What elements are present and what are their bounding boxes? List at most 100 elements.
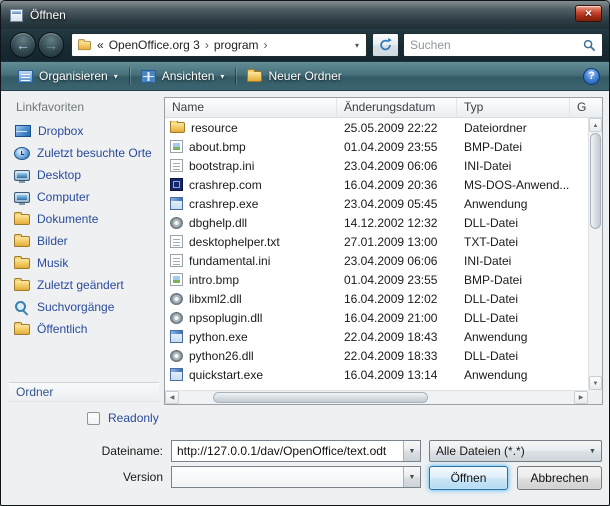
version-combo[interactable]: ▼ bbox=[171, 466, 421, 488]
sidebar-item-label: Desktop bbox=[37, 168, 81, 182]
table-row[interactable]: python26.dll22.04.2009 18:33DLL-Datei bbox=[165, 346, 588, 365]
vertical-scrollbar[interactable]: ▲ ▼ bbox=[588, 118, 602, 390]
file-type: Dateiordner bbox=[457, 121, 570, 135]
file-name-cell: python.exe bbox=[165, 330, 337, 344]
table-row[interactable]: resource25.05.2009 22:22Dateiordner bbox=[165, 118, 588, 137]
forward-icon: → bbox=[44, 37, 58, 53]
file-name-cell: dbghelp.dll bbox=[165, 216, 337, 230]
filetype-combo[interactable]: Alle Dateien (*.*) ▼ bbox=[429, 440, 602, 462]
column-header-type[interactable]: Typ bbox=[457, 98, 570, 117]
file-name: crashrep.exe bbox=[189, 197, 258, 211]
table-row[interactable]: about.bmp01.04.2009 23:55BMP-Datei bbox=[165, 137, 588, 156]
breadcrumb-item[interactable]: OpenOffice.org 3 bbox=[109, 38, 200, 52]
sidebar-item-music[interactable]: Musik bbox=[11, 252, 161, 274]
table-row[interactable]: libxml2.dll16.04.2009 12:02DLL-Datei bbox=[165, 289, 588, 308]
table-row[interactable]: quickstart.exe16.04.2009 13:14Anwendung bbox=[165, 365, 588, 384]
views-label: Ansichten bbox=[162, 69, 215, 83]
titlebar[interactable]: Öffnen × bbox=[1, 1, 609, 29]
close-button[interactable]: × bbox=[575, 5, 602, 22]
column-header-date[interactable]: Änderungsdatum bbox=[337, 98, 457, 117]
app-file-icon bbox=[170, 197, 183, 210]
chevron-right-icon[interactable]: › bbox=[264, 38, 268, 52]
public-icon bbox=[14, 324, 30, 335]
table-row[interactable]: fundamental.ini23.04.2009 06:06INI-Datei bbox=[165, 251, 588, 270]
chevron-right-icon[interactable]: › bbox=[205, 38, 209, 52]
new-folder-button[interactable]: Neuer Ordner bbox=[239, 64, 349, 88]
breadcrumb[interactable]: « OpenOffice.org 3 › program › ▾ bbox=[71, 33, 367, 57]
help-button[interactable]: ? bbox=[583, 68, 600, 85]
views-button[interactable]: Ansichten ▾ bbox=[133, 64, 233, 88]
horizontal-scroll-thumb[interactable] bbox=[213, 392, 428, 403]
sidebar-item-label: Zuletzt besuchte Orte bbox=[37, 146, 152, 160]
version-dropdown-icon[interactable]: ▼ bbox=[403, 467, 420, 487]
cancel-button[interactable]: Abbrechen bbox=[517, 466, 602, 490]
sidebar-item-recent-places[interactable]: Zuletzt besuchte Orte bbox=[11, 142, 161, 164]
readonly-checkbox[interactable] bbox=[87, 412, 100, 425]
ini-file-icon bbox=[170, 159, 183, 172]
file-name-cell: bootstrap.ini bbox=[165, 159, 337, 173]
readonly-option[interactable]: Readonly bbox=[87, 411, 159, 425]
sidebar-item-documents[interactable]: Dokumente bbox=[11, 208, 161, 230]
table-row[interactable]: intro.bmp01.04.2009 23:55BMP-Datei bbox=[165, 270, 588, 289]
documents-icon bbox=[14, 214, 30, 225]
sidebar-item-label: Musik bbox=[37, 256, 68, 270]
column-header-name[interactable]: Name bbox=[165, 98, 337, 117]
sidebar-item-desktop[interactable]: Desktop bbox=[11, 164, 161, 186]
file-name: crashrep.com bbox=[189, 178, 262, 192]
views-icon bbox=[141, 70, 156, 83]
table-row[interactable]: crashrep.exe 23.04.2009 05:45Anwendung bbox=[165, 194, 588, 213]
file-date: 22.04.2009 18:43 bbox=[337, 330, 457, 344]
filetype-dropdown-icon[interactable]: ▼ bbox=[584, 441, 601, 461]
filename-combo[interactable]: ▼ bbox=[171, 440, 421, 462]
filename-label: Dateiname: bbox=[17, 444, 163, 458]
open-button[interactable]: Öffnen bbox=[429, 466, 508, 490]
breadcrumb-overflow[interactable]: « bbox=[97, 38, 104, 52]
table-row[interactable]: dbghelp.dll14.12.2002 12:32DLL-Datei bbox=[165, 213, 588, 232]
sidebar-item-pictures[interactable]: Bilder bbox=[11, 230, 161, 252]
file-name: python.exe bbox=[189, 330, 248, 344]
sidebar-item-public[interactable]: Öffentlich bbox=[11, 318, 161, 340]
table-row[interactable]: npsoplugin.dll16.04.2009 21:00DLL-Datei bbox=[165, 308, 588, 327]
scroll-right-icon[interactable]: ▶ bbox=[574, 391, 588, 404]
sidebar-item-recently-changed[interactable]: Zuletzt geändert bbox=[11, 274, 161, 296]
file-name: libxml2.dll bbox=[189, 292, 242, 306]
table-row[interactable]: crashrep.com16.04.2009 20:36MS-DOS-Anwen… bbox=[165, 175, 588, 194]
back-button[interactable]: ← bbox=[10, 32, 36, 58]
column-header-size[interactable]: G bbox=[570, 98, 602, 117]
file-name: fundamental.ini bbox=[189, 254, 270, 268]
filetype-value: Alle Dateien (*.*) bbox=[430, 444, 584, 458]
sidebar-item-computer[interactable]: Computer bbox=[11, 186, 161, 208]
horizontal-scrollbar[interactable]: ◀ ▶ bbox=[165, 390, 588, 404]
app-file-icon bbox=[170, 368, 183, 381]
organize-button[interactable]: Organisieren ▾ bbox=[10, 64, 126, 88]
table-row[interactable]: desktophelper.txt27.01.2009 13:00TXT-Dat… bbox=[165, 232, 588, 251]
sidebar-item-searches[interactable]: Suchvorgänge bbox=[11, 296, 161, 318]
sidebar-item-label: Öffentlich bbox=[37, 322, 87, 336]
computer-icon bbox=[14, 192, 30, 203]
file-name-cell: quickstart.exe bbox=[165, 368, 337, 382]
file-date: 25.05.2009 22:22 bbox=[337, 121, 457, 135]
filename-dropdown-icon[interactable]: ▼ bbox=[403, 441, 420, 461]
refresh-button[interactable] bbox=[372, 33, 399, 57]
breadcrumb-item[interactable]: program bbox=[214, 38, 259, 52]
scroll-left-icon[interactable]: ◀ bbox=[165, 391, 179, 404]
search-input[interactable] bbox=[410, 38, 583, 52]
filename-input[interactable] bbox=[172, 444, 403, 458]
breadcrumb-dropdown-icon[interactable]: ▾ bbox=[355, 41, 361, 50]
file-type: Anwendung bbox=[457, 197, 570, 211]
scroll-up-icon[interactable]: ▲ bbox=[589, 118, 602, 132]
table-row[interactable]: python.exe22.04.2009 18:43Anwendung bbox=[165, 327, 588, 346]
folders-expander[interactable]: Ordner bbox=[9, 382, 159, 402]
scroll-down-icon[interactable]: ▼ bbox=[589, 376, 602, 390]
file-date: 23.04.2009 05:45 bbox=[337, 197, 457, 211]
sidebar-item-label: Bilder bbox=[37, 234, 68, 248]
file-name-cell: python26.dll bbox=[165, 349, 337, 363]
ini-file-icon bbox=[170, 254, 183, 267]
table-row[interactable]: bootstrap.ini23.04.2009 06:06INI-Datei bbox=[165, 156, 588, 175]
sidebar-item-dropbox[interactable]: Dropbox bbox=[11, 120, 161, 142]
sidebar-item-label: Computer bbox=[37, 190, 90, 204]
vertical-scroll-thumb[interactable] bbox=[590, 133, 601, 229]
forward-button[interactable]: → bbox=[38, 32, 64, 58]
search-box[interactable] bbox=[403, 33, 603, 57]
file-name-cell: about.bmp bbox=[165, 140, 337, 154]
